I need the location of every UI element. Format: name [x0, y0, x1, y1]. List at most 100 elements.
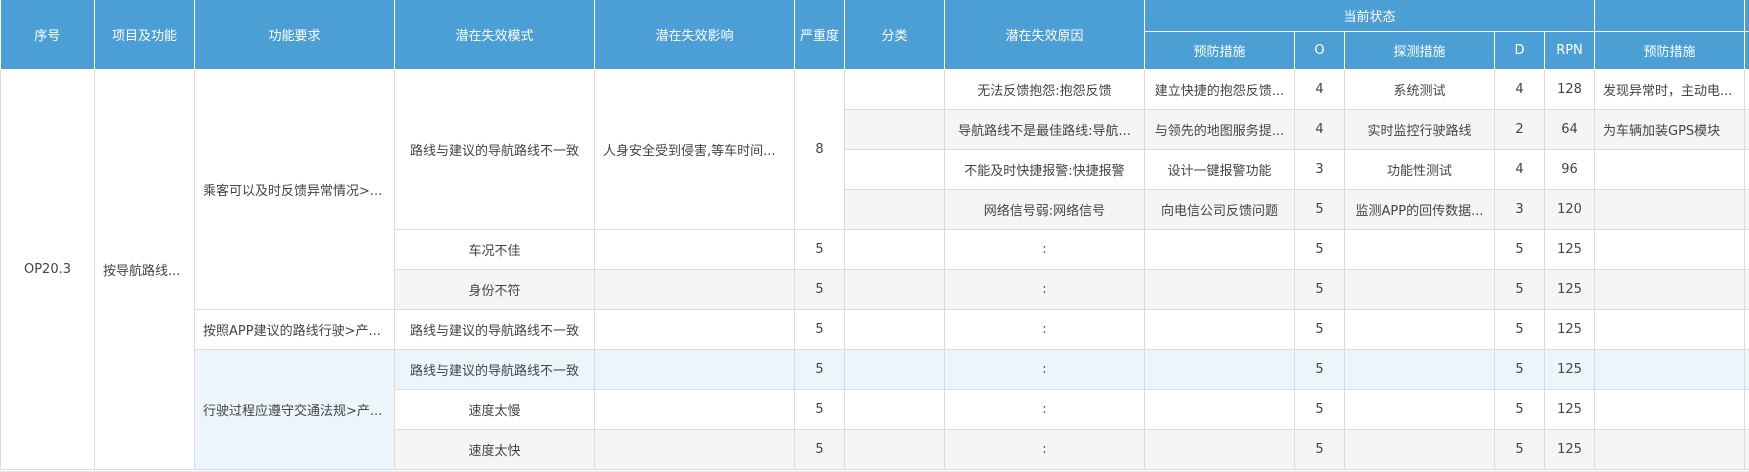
header-failure-effect[interactable]: 潜在失效影响 — [594, 0, 795, 70]
failure-effect-cell — [594, 308, 795, 350]
failure-mode-cell: 路线与建议的导航路线不一致 — [394, 308, 595, 350]
spacer-cell — [1744, 388, 1749, 430]
header-item-function[interactable]: 项目及功能 — [94, 0, 195, 70]
detection-cell: 功能性测试 — [1344, 148, 1495, 190]
class-cell — [844, 228, 945, 270]
header-scroll-spacer-2 — [1744, 31, 1749, 70]
failure-effect-cell — [594, 228, 795, 270]
d-cell: 2 — [1494, 108, 1545, 150]
failure-effect-cell — [594, 428, 795, 470]
cause-cell: 网络信号弱:网络信号 — [944, 188, 1145, 230]
prevention-cell — [1144, 228, 1295, 270]
cause-cell: 导航路线不是最佳路线:导航... — [944, 108, 1145, 150]
o-cell: 5 — [1294, 308, 1345, 350]
rpn-cell: 64 — [1544, 108, 1595, 150]
failure-effect-cell — [594, 388, 795, 430]
item-function-cell: 按导航路线... — [94, 68, 195, 470]
severity-cell: 5 — [794, 308, 845, 350]
header-severity[interactable]: 严重度 — [794, 0, 845, 70]
cause-cell: : — [944, 348, 1145, 390]
failure-effect-cell — [594, 348, 795, 390]
spacer-cell — [1744, 108, 1749, 150]
spacer-cell — [1744, 348, 1749, 390]
failure-mode-cell: 速度太慢 — [394, 388, 595, 430]
rpn-cell: 125 — [1544, 268, 1595, 310]
d-cell: 5 — [1494, 388, 1545, 430]
recommended-prevention-cell — [1594, 428, 1745, 470]
d-cell: 5 — [1494, 348, 1545, 390]
detection-cell: 实时监控行驶路线 — [1344, 108, 1495, 150]
recommended-prevention-cell — [1594, 228, 1745, 270]
spacer-cell — [1744, 68, 1749, 110]
rpn-cell: 125 — [1544, 348, 1595, 390]
recommended-prevention-cell — [1594, 388, 1745, 430]
class-cell — [844, 428, 945, 470]
d-cell: 5 — [1494, 268, 1545, 310]
o-cell: 5 — [1294, 428, 1345, 470]
table-row[interactable]: OP20.3 按导航路线... 乘客可以及时反馈异常情况>... 路线与建议的导… — [0, 68, 1749, 470]
spacer-cell — [1744, 268, 1749, 310]
header-o[interactable]: O — [1294, 31, 1345, 70]
header-d[interactable]: D — [1494, 31, 1545, 70]
prevention-cell — [1144, 428, 1295, 470]
recommended-prevention-cell — [1594, 308, 1745, 350]
prevention-cell — [1144, 268, 1295, 310]
seq-cell: OP20.3 — [0, 68, 95, 470]
o-cell: 5 — [1294, 268, 1345, 310]
failure-mode-cell: 路线与建议的导航路线不一致 — [394, 348, 595, 390]
header-seq[interactable]: 序号 — [0, 0, 95, 70]
class-cell — [844, 268, 945, 310]
function-requirement-cell: 按照APP建议的路线行驶>产... — [194, 308, 395, 350]
detection-cell — [1344, 348, 1495, 390]
header-failure-cause[interactable]: 潜在失效原因 — [944, 0, 1145, 70]
cause-cell: : — [944, 268, 1145, 310]
rpn-cell: 120 — [1544, 188, 1595, 230]
d-cell: 5 — [1494, 428, 1545, 470]
header-prevention[interactable]: 预防措施 — [1144, 31, 1295, 70]
failure-mode-cell: 速度太快 — [394, 428, 595, 470]
d-cell: 3 — [1494, 188, 1545, 230]
table-row[interactable]: 行驶过程应遵守交通法规>产... 路线与建议的导航路线不一致 5 : 5 5 1… — [1, 348, 1749, 470]
severity-cell: 5 — [794, 268, 845, 310]
table-row[interactable]: 按照APP建议的路线行驶>产... 路线与建议的导航路线不一致 5 : 5 5 … — [1, 308, 1749, 350]
detection-cell: 系统测试 — [1344, 68, 1495, 110]
rpn-cell: 125 — [1544, 308, 1595, 350]
detection-cell — [1344, 428, 1495, 470]
header-failure-mode[interactable]: 潜在失效模式 — [394, 0, 595, 70]
cause-cell: : — [944, 388, 1145, 430]
function-requirement-cell: 乘客可以及时反馈异常情况>... — [194, 68, 395, 310]
rpn-cell: 125 — [1544, 228, 1595, 270]
header-group-spacer — [1594, 0, 1745, 32]
failure-effect-cell — [594, 268, 795, 310]
severity-cell: 8 — [794, 68, 845, 230]
class-cell — [844, 68, 945, 110]
detection-cell: 监测APP的回传数据... — [1344, 188, 1495, 230]
class-cell — [844, 108, 945, 150]
recommended-prevention-cell — [1594, 148, 1745, 190]
header-current-status: 当前状态 — [1144, 0, 1595, 32]
severity-cell: 5 — [794, 428, 845, 470]
rpn-cell: 125 — [1544, 428, 1595, 470]
class-cell — [844, 388, 945, 430]
header-classification[interactable]: 分类 — [844, 0, 945, 70]
spacer-cell — [1744, 308, 1749, 350]
prevention-cell: 设计一键报警功能 — [1144, 148, 1295, 190]
detection-cell — [1344, 228, 1495, 270]
header-function-requirement[interactable]: 功能要求 — [194, 0, 395, 70]
header-rpn[interactable]: RPN — [1544, 31, 1595, 70]
class-cell — [844, 148, 945, 190]
o-cell: 5 — [1294, 188, 1345, 230]
rpn-cell: 128 — [1544, 68, 1595, 110]
recommended-prevention-cell — [1594, 268, 1745, 310]
recommended-prevention-cell: 为车辆加装GPS模块 — [1594, 108, 1745, 150]
prevention-cell — [1144, 348, 1295, 390]
spacer-cell — [1744, 188, 1749, 230]
severity-cell: 5 — [794, 348, 845, 390]
rpn-cell: 96 — [1544, 148, 1595, 190]
header-recommended-prevention[interactable]: 预防措施 — [1594, 31, 1745, 70]
header-detection[interactable]: 探测措施 — [1344, 31, 1495, 70]
prevention-cell: 与领先的地图服务提... — [1144, 108, 1295, 150]
spacer-cell — [1744, 428, 1749, 470]
prevention-cell: 向电信公司反馈问题 — [1144, 188, 1295, 230]
cause-cell: 不能及时快捷报警:快捷报警 — [944, 148, 1145, 190]
